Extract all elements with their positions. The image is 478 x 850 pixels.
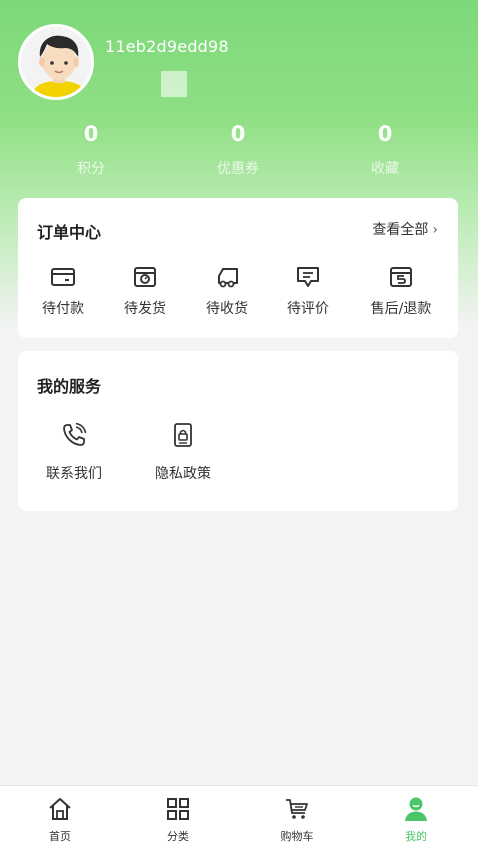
phone-icon [63,422,87,446]
order-label: 售后/退款 [370,301,432,317]
privacy-icon [174,423,192,447]
view-all-orders-link[interactable]: 查看全部 › [372,219,438,239]
tab-label: 我的 [405,830,427,843]
truck-icon [218,268,238,288]
comment-icon [297,267,319,287]
tab-home[interactable]: 首页 [20,796,100,844]
stat-label: 收藏 [371,161,399,177]
chevron-right-icon: › [432,222,438,238]
refund-icon [390,267,412,287]
stat-coupons[interactable]: 0 优惠券 [178,120,298,178]
cart-icon [286,799,308,819]
avatar[interactable] [18,24,94,100]
my-services-card: 我的服务 联系我们 隐私政策 [18,351,458,511]
order-label: 待收货 [206,301,248,317]
tab-label: 分类 [167,830,189,843]
order-label: 待付款 [42,301,84,317]
stat-value: 0 [377,122,393,146]
order-label: 待发货 [124,301,166,317]
my-services-title: 我的服务 [37,377,102,396]
service-label: 联系我们 [46,466,102,482]
stat-label: 积分 [77,161,105,177]
box-icon [134,267,156,287]
service-privacy-policy[interactable]: 隐私政策 [138,421,228,483]
member-badge [161,71,187,97]
tab-mine[interactable]: 我的 [376,796,456,844]
tab-label: 购物车 [280,830,314,843]
tab-label: 首页 [49,830,71,843]
stat-value: 0 [83,122,99,146]
order-label: 待评价 [287,301,329,317]
wallet-icon [51,268,75,286]
stats-row: 0 积分 0 优惠券 0 收藏 [0,120,478,190]
stat-points[interactable]: 0 积分 [31,120,151,178]
order-pending-receipt[interactable]: 待收货 [187,266,267,318]
order-center-title: 订单中心 [37,223,102,242]
service-label: 隐私政策 [155,466,211,482]
order-center-card: 订单中心 查看全部 › 待付款 待发货 待收货 待评价 售后/退款 [18,198,458,338]
stat-favorites[interactable]: 0 收藏 [325,120,445,178]
home-icon [49,798,71,820]
user-icon [405,797,427,821]
order-pending-shipment[interactable]: 待发货 [105,266,185,318]
order-after-sale[interactable]: 售后/退款 [361,266,441,318]
bottom-tab-bar: 首页 分类 购物车 我的 [0,785,478,850]
service-contact-us[interactable]: 联系我们 [29,421,119,483]
stat-value: 0 [230,122,246,146]
stat-label: 优惠券 [217,161,259,177]
tab-category[interactable]: 分类 [138,796,218,844]
order-pending-review[interactable]: 待评价 [268,266,348,318]
username: 11eb2d9edd98 [105,37,229,56]
tab-cart[interactable]: 购物车 [257,796,337,844]
order-pending-payment[interactable]: 待付款 [23,266,103,318]
grid-icon [167,798,189,820]
view-all-label: 查看全部 [372,222,429,238]
